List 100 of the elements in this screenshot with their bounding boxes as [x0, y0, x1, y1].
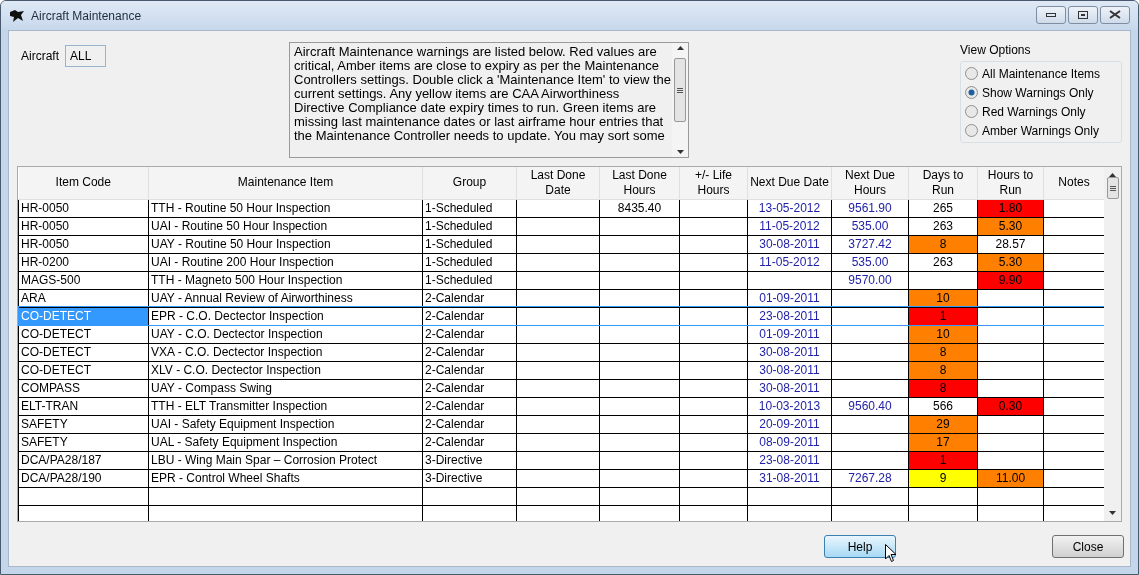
option-label: All Maintenance Items — [982, 65, 1101, 83]
grip-icon — [1109, 185, 1116, 191]
table-cell: 01-09-2011 — [747, 289, 832, 307]
table-cell: 3727.42 — [831, 235, 909, 253]
column-header[interactable]: Item Code — [18, 167, 149, 199]
table-cell: 30-08-2011 — [747, 235, 832, 253]
table-cell: UAY - Compass Swing — [148, 379, 423, 397]
table-cell: DCA/PA28/190 — [18, 469, 149, 487]
column-header[interactable]: Last Done Date — [516, 167, 600, 199]
table-cell: CO-DETECT — [18, 325, 149, 343]
table-cell: 566 — [908, 397, 978, 415]
aircraft-label: Aircraft — [21, 48, 59, 65]
table-cell: 31-08-2011 — [747, 469, 832, 487]
close-icon — [1109, 10, 1121, 19]
table-cell: TTH - ELT Transmitter Inspection — [148, 397, 423, 415]
maximize-icon — [1078, 10, 1088, 19]
table-cell: 30-08-2011 — [747, 379, 832, 397]
scrollbar[interactable] — [672, 43, 688, 157]
window-title: Aircraft Maintenance — [31, 7, 142, 25]
table-cell: 1-Scheduled — [422, 217, 517, 235]
table-scrollbar[interactable] — [1104, 167, 1121, 521]
table-cell: 2-Calendar — [422, 433, 517, 451]
radio-button[interactable] — [965, 67, 978, 80]
table-cell: HR-0200 — [18, 253, 149, 271]
scroll-down-icon — [676, 150, 684, 154]
column-header[interactable]: Last Done Hours — [599, 167, 680, 199]
table-cell: 535.00 — [831, 253, 909, 271]
table-cell: 30-08-2011 — [747, 361, 832, 379]
table-cell: UAI - Routine 200 Hour Inspection — [148, 253, 423, 271]
table-cell: VXA - C.O. Dectector Inspection — [148, 343, 423, 361]
scroll-thumb[interactable] — [1106, 177, 1119, 199]
table-cell: 1-Scheduled — [422, 271, 517, 289]
table-cell: UAY - C.O. Dectector Inspection — [148, 325, 423, 343]
table-cell: 13-05-2012 — [747, 199, 832, 217]
table-cell: 3-Directive — [422, 469, 517, 487]
table-cell: XLV - C.O. Dectector Inspection — [148, 361, 423, 379]
dialog-button[interactable]: Close — [1052, 535, 1124, 558]
column-header[interactable]: +/- Life Hours — [679, 167, 748, 199]
table-cell: 2-Calendar — [422, 307, 517, 325]
column-header[interactable]: Maintenance Item — [148, 167, 423, 199]
table-cell: 10-03-2013 — [747, 397, 832, 415]
table-cell: UAY - Routine 50 Hour Inspection — [148, 235, 423, 253]
column-header[interactable]: Notes — [1043, 167, 1104, 199]
table-cell: SAFETY — [18, 433, 149, 451]
radio-button[interactable] — [965, 124, 978, 137]
table-cell: 1-Scheduled — [422, 199, 517, 217]
radio-button[interactable] — [965, 86, 978, 99]
minimize-icon — [1046, 12, 1056, 17]
close-button[interactable] — [1100, 5, 1130, 24]
column-header[interactable]: Hours to Run — [977, 167, 1044, 199]
dialog-button[interactable]: Help — [824, 535, 896, 558]
table-cell: 11-05-2012 — [747, 217, 832, 235]
table-cell: 11-05-2012 — [747, 253, 832, 271]
column-header[interactable]: Group — [422, 167, 517, 199]
table-cell: SAFETY — [18, 415, 149, 433]
table-cell: EPR - Control Wheel Shafts — [148, 469, 423, 487]
table-cell: UAI - Safety Equipment Inspection — [148, 415, 423, 433]
option-label: Show Warnings Only — [982, 84, 1094, 102]
aircraft-field[interactable]: ALL — [65, 45, 106, 67]
table-cell: TTH - Routine 50 Hour Inspection — [148, 199, 423, 217]
table-cell: 01-09-2011 — [747, 325, 832, 343]
description-text: Aircraft Maintenance warnings are listed below. Red values are critical, Amber items are close to expiry as per the Maintenance Controllers settings. Double click a 'Maintenance Item' to view the current settings. Any yellow items are CAA Airworthiness Directive Compliance date expiry times to run. Green items are missing last maintenance dates or last airframe hour entries that the Maintenance Controller needs to update. You may sort some — [293, 43, 672, 145]
minimize-button[interactable] — [1036, 5, 1066, 24]
table-cell: COMPASS — [18, 379, 149, 397]
table-cell: 263 — [908, 217, 978, 235]
option-label: Red Warnings Only — [982, 103, 1086, 121]
column-header[interactable]: Days to Run — [908, 167, 978, 199]
scroll-up-icon — [676, 46, 684, 50]
table-cell: ARA — [18, 289, 149, 307]
table-cell: 30-08-2011 — [747, 343, 832, 361]
radio-button[interactable] — [965, 105, 978, 118]
column-header[interactable]: Next Due Date — [747, 167, 832, 199]
table-cell: 8435.40 — [599, 199, 680, 217]
table-cell: 2-Calendar — [422, 289, 517, 307]
table-cell: 9570.00 — [831, 271, 909, 289]
table-cell: DCA/PA28/187 — [18, 451, 149, 469]
table-cell: 9561.90 — [831, 199, 909, 217]
table-cell: 9560.40 — [831, 397, 909, 415]
table-cell: 265 — [908, 199, 978, 217]
table-cell: 263 — [908, 253, 978, 271]
table-cell: 1-Scheduled — [422, 235, 517, 253]
table-cell: UAI - Routine 50 Hour Inspection — [148, 217, 423, 235]
table-cell: 08-09-2011 — [747, 433, 832, 451]
table-cell: 23-08-2011 — [747, 451, 832, 469]
app-icon — [9, 8, 25, 23]
column-header[interactable]: Next Due Hours — [831, 167, 909, 199]
scroll-thumb[interactable] — [674, 58, 686, 122]
table-cell: 20-09-2011 — [747, 415, 832, 433]
table-cell: CO-DETECT — [18, 361, 149, 379]
table-cell: MAGS-500 — [18, 271, 149, 289]
table-cell: TTH - Magneto 500 Hour Inspection — [148, 271, 423, 289]
maximize-button[interactable] — [1068, 5, 1098, 24]
cursor-icon — [885, 544, 897, 563]
grip-icon — [677, 87, 683, 93]
table-cell: 7267.28 — [831, 469, 909, 487]
table-cell: 2-Calendar — [422, 415, 517, 433]
table-cell: 2-Calendar — [422, 343, 517, 361]
table-cell: CO-DETECT — [18, 343, 149, 361]
scroll-down-icon — [1109, 511, 1116, 515]
table-cell: HR-0050 — [18, 217, 149, 235]
